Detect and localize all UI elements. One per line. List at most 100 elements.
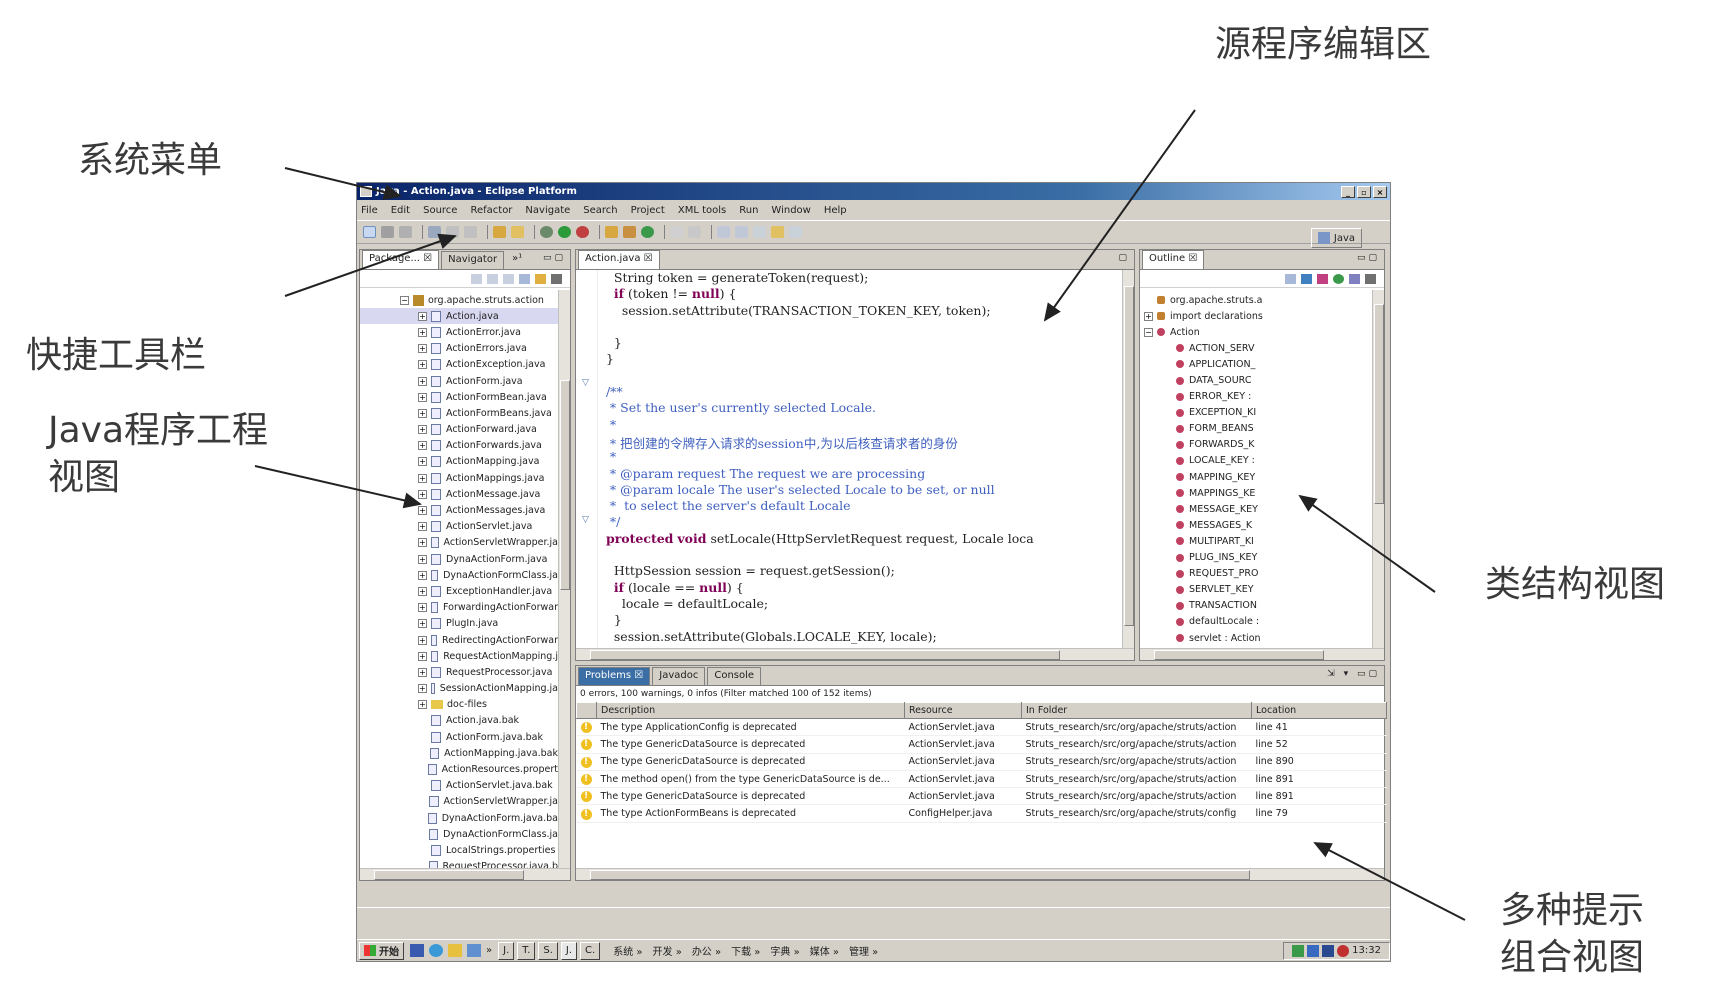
toolbar-group-media[interactable]: 媒体 » (810, 943, 839, 958)
tab-problems[interactable]: Problems ☒ (578, 667, 651, 685)
tab-javadoc[interactable]: Javadoc (652, 667, 706, 685)
redo-icon[interactable] (464, 226, 477, 238)
tree-item[interactable]: + DynaActionForm.java (360, 551, 558, 567)
new-class-icon[interactable] (623, 226, 636, 238)
outline-item[interactable]: − Action (1140, 324, 1372, 340)
task-button[interactable]: C. (580, 941, 601, 960)
expand-icon[interactable]: + (418, 327, 427, 337)
toolbar-group-dictionary[interactable]: 字典 » (770, 943, 799, 958)
menu-help[interactable]: Help (824, 205, 847, 216)
search-icon[interactable] (511, 226, 524, 238)
tree-item[interactable]: RequestProcessor.java.b (360, 859, 558, 868)
outline-vertical-scrollbar[interactable] (1372, 290, 1384, 648)
menu-refactor[interactable]: Refactor (470, 205, 512, 216)
col-severity[interactable] (576, 702, 597, 719)
outline-item[interactable]: TRANSACTION (1140, 598, 1372, 614)
scroll-thumb[interactable] (1124, 286, 1134, 626)
start-button[interactable]: 开始 (359, 941, 404, 960)
outline-horizontal-scrollbar[interactable] (1140, 648, 1384, 660)
maximize-button[interactable]: ▫ (1357, 185, 1371, 198)
outline-item[interactable]: +org.apache.struts.a (1140, 292, 1372, 308)
scroll-thumb[interactable] (1374, 304, 1384, 504)
outline-item[interactable]: FORWARDS_K (1140, 437, 1372, 453)
tree-item[interactable]: ActionMapping.java.bak (360, 745, 558, 761)
hide-fields-icon[interactable] (1301, 273, 1312, 284)
mark-icon[interactable] (688, 226, 701, 238)
toggle-icon[interactable] (670, 226, 683, 238)
toolbar-group-dev[interactable]: 开发 » (653, 943, 682, 958)
outline-item[interactable]: + import declarations (1140, 308, 1372, 324)
task-button-active[interactable]: J. (560, 941, 578, 960)
table-row[interactable]: ! The type GenericDataSource is deprecate… (576, 753, 1387, 771)
tab-action-java[interactable]: Action.java ☒ (578, 250, 660, 269)
tree-item[interactable]: + ActionMessages.java (360, 502, 558, 518)
table-row[interactable]: ! The method open() from the type Generic… (576, 770, 1387, 789)
link-editor-icon[interactable] (535, 273, 546, 284)
menu-edit[interactable]: Edit (391, 205, 410, 216)
tree-item[interactable]: LocalStrings.properties (360, 842, 558, 858)
tree-item[interactable]: + RequestProcessor.java (360, 664, 558, 680)
perspective-switcher[interactable]: Java (1310, 228, 1362, 248)
collapse-all-icon[interactable] (519, 273, 530, 284)
tree-item[interactable]: + DynaActionFormClass.ja (360, 567, 558, 583)
tab-navigator[interactable]: Navigator (441, 251, 505, 269)
tree-item[interactable]: Action.java.bak (360, 713, 558, 729)
toolbar-group-system[interactable]: 系统 » (613, 943, 642, 958)
ie-icon[interactable] (429, 944, 443, 957)
undo-icon[interactable] (446, 226, 459, 238)
expand-icon[interactable]: + (418, 700, 427, 710)
new-package-icon[interactable] (605, 226, 618, 238)
desktop-icon[interactable] (467, 944, 481, 957)
scroll-thumb[interactable] (374, 870, 524, 880)
expand-icon[interactable]: + (418, 344, 427, 354)
tree-item[interactable]: + ExceptionHandler.java (360, 583, 558, 599)
toolbar-group-office[interactable]: 办公 » (692, 943, 721, 958)
outline-item[interactable]: LOCALE_KEY : (1140, 453, 1372, 469)
fold-icon[interactable]: ▽ (582, 378, 589, 388)
view-min-max-icon[interactable]: ▭▢ (1357, 253, 1380, 263)
last-edit-icon[interactable] (753, 226, 766, 238)
view-min-max-icon[interactable]: ▭▢ (543, 253, 566, 263)
expand-icon[interactable]: − (1144, 327, 1153, 337)
print-icon[interactable] (399, 226, 412, 238)
debug-icon[interactable] (540, 226, 553, 238)
tree-item[interactable]: + ActionServlet.java (360, 519, 558, 535)
view-toolbar-icons[interactable]: ⇲ ▾ ▭▢ (1327, 669, 1380, 679)
task-button[interactable]: S. (538, 941, 558, 960)
outline-item[interactable]: MAPPING_KEY (1140, 469, 1372, 485)
col-location[interactable]: Location (1251, 702, 1387, 719)
editor-vertical-scrollbar[interactable] (1122, 270, 1134, 648)
hide-nonpublic-icon[interactable] (1333, 273, 1344, 284)
expand-icon[interactable]: + (418, 635, 427, 645)
outline-item[interactable]: REQUEST_PRO (1140, 566, 1372, 582)
run-icon[interactable] (558, 226, 571, 238)
col-resource[interactable]: Resource (904, 702, 1022, 719)
tree-item[interactable]: + ActionForwards.java (360, 438, 558, 454)
next-annotation-icon[interactable] (717, 226, 730, 238)
toolbar-group-download[interactable]: 下载 » (731, 943, 760, 958)
sort-icon[interactable] (1285, 273, 1296, 284)
tree-item[interactable]: + ActionError.java (360, 324, 558, 340)
tree-item[interactable]: + ActionMappings.java (360, 470, 558, 486)
tree-item[interactable]: + ActionMapping.java (360, 454, 558, 470)
package-horizontal-scrollbar[interactable] (360, 868, 570, 880)
tree-item[interactable]: + RedirectingActionForwar (360, 632, 558, 648)
expand-icon[interactable]: + (418, 570, 427, 580)
scroll-thumb[interactable] (590, 870, 1250, 880)
menu-run[interactable]: Run (739, 205, 758, 216)
package-vertical-scrollbar[interactable] (558, 290, 570, 868)
overflow-chevron-icon[interactable]: » (486, 945, 492, 956)
tree-item[interactable]: + ActionFormBean.java (360, 389, 558, 405)
outline-item[interactable]: APPLICATION_ (1140, 356, 1372, 372)
editor-horizontal-scrollbar[interactable] (576, 648, 1134, 660)
expand-icon[interactable]: + (418, 376, 427, 386)
tree-item[interactable]: + ActionForm.java (360, 373, 558, 389)
expand-icon[interactable]: + (1144, 311, 1153, 321)
tray-app-icon[interactable] (1307, 944, 1320, 957)
tree-item[interactable]: ActionResources.propert (360, 761, 558, 777)
tree-item[interactable]: + ActionForward.java (360, 422, 558, 438)
collapse-icon[interactable]: − (400, 295, 409, 305)
editor-maximize-icon[interactable]: ▢ (1118, 253, 1130, 263)
task-button[interactable]: T. (517, 941, 536, 960)
expand-icon[interactable]: + (418, 311, 427, 321)
